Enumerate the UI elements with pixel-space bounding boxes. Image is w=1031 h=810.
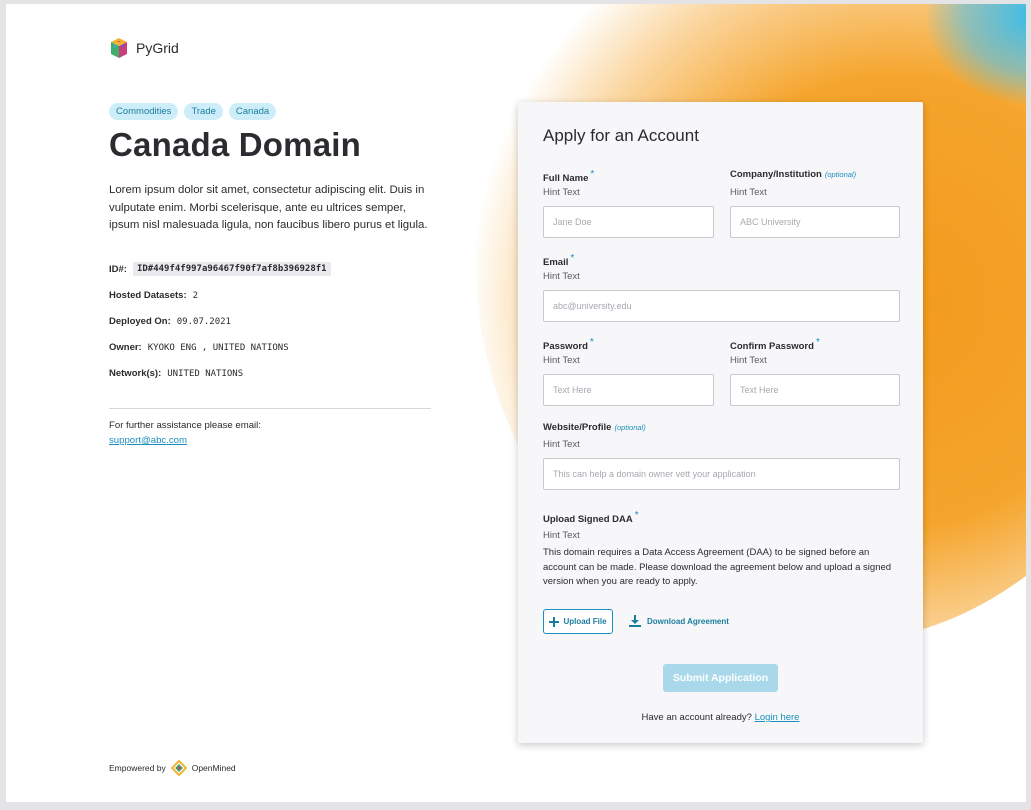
company-hint: Hint Text bbox=[730, 187, 767, 198]
company-label: Company/Institution (optional) bbox=[730, 169, 857, 180]
email-input[interactable] bbox=[543, 290, 900, 322]
password-input[interactable] bbox=[543, 374, 714, 406]
footer-prefix: Empowered by bbox=[109, 763, 166, 773]
required-mark: * bbox=[589, 337, 594, 348]
meta-owner-label: Owner: bbox=[109, 342, 142, 353]
meta-deployed-label: Deployed On: bbox=[109, 316, 171, 327]
meta-owner-value: KYOKO ENG , UNITED NATIONS bbox=[147, 342, 289, 353]
tag-trade[interactable]: Trade bbox=[184, 103, 223, 120]
footer-powered-by: Empowered by OpenMined bbox=[109, 760, 236, 776]
optional-mark: (optional) bbox=[824, 170, 857, 179]
divider bbox=[109, 408, 431, 409]
full-name-label: Full Name * bbox=[543, 169, 595, 184]
pygrid-logo[interactable]: PyGrid bbox=[108, 37, 179, 59]
form-title: Apply for an Account bbox=[543, 126, 699, 145]
plus-icon bbox=[549, 616, 560, 627]
meta-network-label: Network(s): bbox=[109, 368, 162, 379]
meta-datasets-value: 2 bbox=[192, 290, 199, 301]
email-hint: Hint Text bbox=[543, 271, 580, 282]
password-hint: Hint Text bbox=[543, 355, 580, 366]
required-mark: * bbox=[634, 510, 639, 521]
login-link[interactable]: Login here bbox=[755, 712, 800, 723]
confirm-password-hint: Hint Text bbox=[730, 355, 767, 366]
submit-application-button[interactable]: Submit Application bbox=[663, 664, 778, 692]
brand-name: PyGrid bbox=[136, 40, 179, 56]
daa-description: This domain requires a Data Access Agree… bbox=[543, 547, 892, 587]
tag-list: Commodities Trade Canada bbox=[109, 103, 277, 120]
meta-deployed: Deployed On: 09.07.2021 bbox=[109, 316, 231, 327]
page-title: Canada Domain bbox=[109, 126, 361, 163]
meta-id: ID#: ID#449f4f997a96467f90f7af8b396928f1 bbox=[109, 262, 331, 276]
domain-description: Lorem ipsum dolor sit amet, consectetur … bbox=[109, 184, 428, 231]
password-label: Password * bbox=[543, 337, 594, 352]
meta-datasets: Hosted Datasets: 2 bbox=[109, 290, 198, 301]
meta-datasets-label: Hosted Datasets: bbox=[109, 290, 187, 301]
required-mark: * bbox=[590, 169, 595, 180]
full-name-input[interactable] bbox=[543, 206, 714, 238]
daa-label: Upload Signed DAA * bbox=[543, 510, 639, 525]
download-agreement-button[interactable]: Download Agreement bbox=[629, 615, 729, 627]
full-name-hint: Hint Text bbox=[543, 187, 580, 198]
daa-hint: Hint Text bbox=[543, 530, 580, 541]
meta-network-value: UNITED NATIONS bbox=[167, 368, 244, 379]
tag-canada[interactable]: Canada bbox=[228, 103, 277, 120]
upload-file-label: Upload File bbox=[563, 617, 607, 626]
meta-id-value[interactable]: ID#449f4f997a96467f90f7af8b396928f1 bbox=[132, 262, 331, 276]
page-frame: PyGrid Commodities Trade Canada Canada D… bbox=[6, 4, 1026, 802]
meta-owner: Owner: KYOKO ENG , UNITED NATIONS bbox=[109, 342, 289, 353]
login-prompt: Have an account already? Login here bbox=[518, 712, 923, 723]
download-icon bbox=[629, 615, 641, 627]
required-mark: * bbox=[570, 253, 575, 264]
email-label: Email * bbox=[543, 253, 575, 268]
meta-network: Network(s): UNITED NATIONS bbox=[109, 368, 243, 379]
website-label: Website/Profile (optional) bbox=[543, 422, 646, 433]
login-prompt-text: Have an account already? bbox=[641, 712, 752, 723]
help-text: For further assistance please email: bbox=[109, 420, 261, 431]
download-agreement-label: Download Agreement bbox=[647, 616, 729, 626]
company-input[interactable] bbox=[730, 206, 900, 238]
meta-deployed-value: 09.07.2021 bbox=[176, 316, 231, 327]
confirm-password-input[interactable] bbox=[730, 374, 900, 406]
pygrid-cube-icon bbox=[111, 38, 127, 58]
website-hint: Hint Text bbox=[543, 439, 580, 450]
footer-brand[interactable]: OpenMined bbox=[192, 763, 236, 773]
optional-mark: (optional) bbox=[614, 423, 646, 432]
openmined-logo-icon bbox=[170, 760, 187, 776]
meta-id-label: ID#: bbox=[109, 263, 127, 275]
upload-file-button[interactable]: Upload File bbox=[543, 609, 613, 634]
support-email-link[interactable]: support@abc.com bbox=[109, 435, 187, 446]
website-input[interactable] bbox=[543, 458, 900, 490]
tag-commodities[interactable]: Commodities bbox=[109, 103, 179, 120]
required-mark: * bbox=[815, 337, 820, 348]
apply-form-card: Apply for an Account Full Name * Hint Tex… bbox=[518, 102, 923, 743]
confirm-password-label: Confirm Password * bbox=[730, 337, 820, 352]
